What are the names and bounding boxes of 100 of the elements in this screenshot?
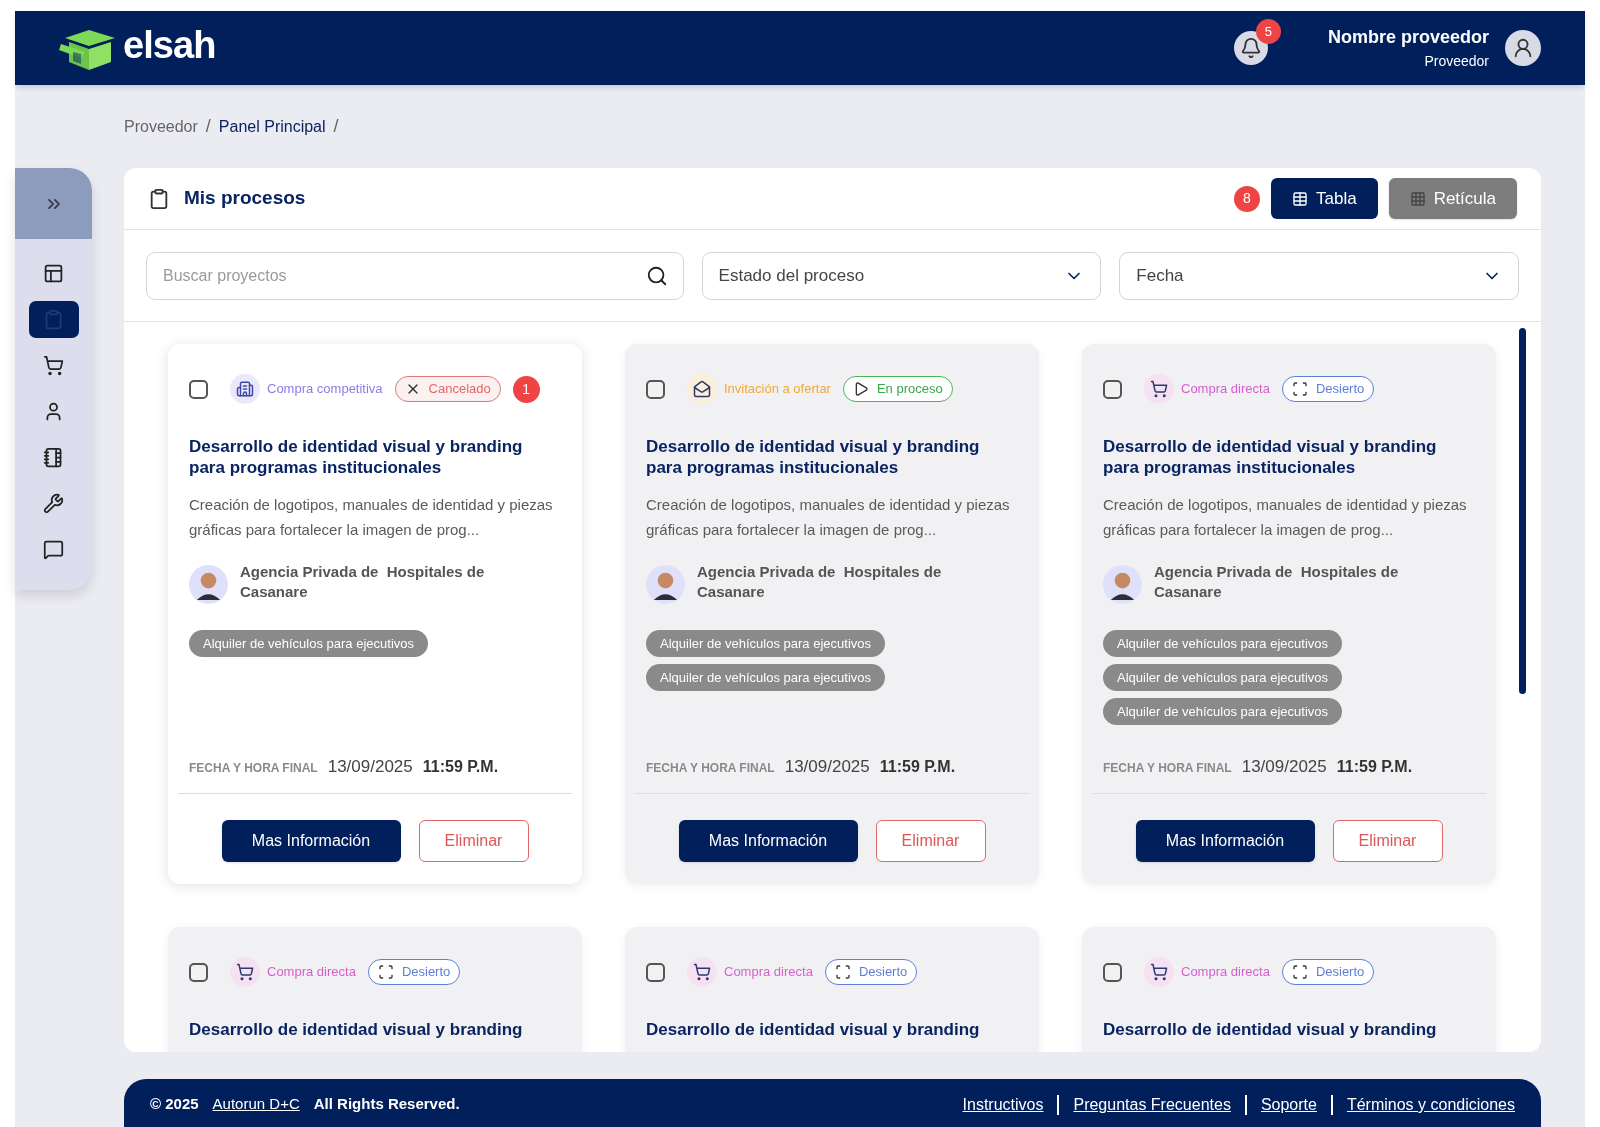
delete-button[interactable]: Eliminar [1332, 820, 1443, 862]
category-label: Invitación a ofertar [724, 380, 831, 399]
breadcrumb-separator: / [205, 115, 211, 138]
status-tag: En proceso [842, 376, 953, 402]
category-label: Compra directa [1181, 380, 1270, 399]
status-tag: Desierto [1281, 376, 1375, 402]
avatar-icon [646, 565, 685, 604]
status-tag: Desierto [824, 959, 918, 985]
avatar-icon [1103, 565, 1142, 604]
end-time: 11:59 P.M. [422, 756, 499, 777]
tag: Alquiler de vehículos para ejecutivos [189, 630, 428, 657]
notebook-icon [43, 447, 64, 468]
breadcrumb-link[interactable]: Panel Principal [218, 114, 326, 139]
search-field[interactable]: Buscar proyectos [146, 251, 684, 300]
category-label: Compra directa [724, 963, 813, 982]
card-description: Creación de logotipos, manuales de identidad y piezas gráficas para fortalecer la imagen de prog... [646, 495, 1011, 540]
scan-icon [377, 964, 394, 980]
checkbox[interactable] [646, 379, 665, 399]
card-title: Desarrollo de identidad visual y branding [1103, 1019, 1438, 1040]
card-description: Creación de logotipos, manuales de identidad y piezas gráficas para fortalecer la imagen de prog... [189, 495, 554, 540]
tag: Alquiler de vehículos para ejecutivos [646, 630, 885, 657]
mail-icon [693, 380, 711, 398]
card-title: Desarrollo de identidad visual y branding para programas institucionales [646, 436, 981, 478]
tag: Alquiler de vehículos para ejecutivos [646, 664, 885, 691]
cart-icon [1150, 963, 1168, 981]
notification-badge: 5 [1255, 19, 1281, 44]
footer-link[interactable]: Soporte [1260, 1093, 1317, 1117]
end-date: 13/09/2025 [327, 755, 413, 778]
more-info-button[interactable]: Mas Información [678, 820, 858, 862]
grid-icon [1409, 190, 1426, 207]
status-tag: Cancelado [394, 376, 501, 402]
bell-icon [1239, 37, 1262, 59]
tag: Alquiler de vehículos para ejecutivos [1103, 698, 1342, 725]
date-label: FECHA Y HORA FINAL [1103, 759, 1232, 777]
date-label: FECHA Y HORA FINAL [189, 759, 318, 777]
scan-icon [834, 964, 851, 980]
table-icon [1292, 190, 1308, 207]
scan-icon [1291, 964, 1308, 980]
view-tab[interactable]: Retícula [1388, 178, 1517, 219]
card-title: Desarrollo de identidad visual y branding para programas institucionales [189, 436, 524, 478]
cart-icon [693, 963, 711, 981]
end-date: 13/09/2025 [784, 755, 870, 778]
cart-icon [236, 963, 254, 981]
card-title: Desarrollo de identidad visual y branding [189, 1019, 524, 1040]
card-title: Desarrollo de identidad visual y branding para programas institucionales [1103, 436, 1438, 478]
category-label: Compra competitiva [267, 380, 383, 399]
building-icon [236, 380, 254, 398]
filter-dropdown[interactable]: Estado del proceso [701, 251, 1102, 300]
company-link[interactable]: Autorun D+C [212, 1093, 300, 1116]
sidebar-item[interactable] [28, 301, 79, 338]
checkbox[interactable] [1103, 962, 1122, 982]
more-info-button[interactable]: Mas Información [221, 820, 401, 862]
user-name: Nombre proveedor [1327, 26, 1489, 49]
end-date: 13/09/2025 [1241, 755, 1327, 778]
view-tab[interactable]: Tabla [1271, 178, 1378, 219]
cart-icon [1150, 380, 1168, 398]
status-tag: Desierto [367, 959, 461, 985]
cart-icon [43, 355, 64, 376]
more-info-button[interactable]: Mas Información [1135, 820, 1315, 862]
footer-link[interactable]: Términos y condiciones [1346, 1093, 1515, 1117]
breadcrumb-link[interactable]: Proveedor [124, 114, 198, 139]
count-badge: 8 [1234, 185, 1260, 212]
category-label: Compra directa [1181, 963, 1270, 982]
rights-text: All Rights Reserved. [313, 1094, 460, 1114]
checkbox[interactable] [646, 962, 665, 982]
scrollbar[interactable] [1519, 328, 1526, 694]
organization-name: Agencia Privada de Hospitales de Casanare [697, 562, 943, 602]
copyright: © 2025 [150, 1094, 199, 1114]
organization-name: Agencia Privada de Hospitales de Casanare [240, 562, 486, 602]
user-role: Proveedor [1424, 52, 1489, 71]
date-label: FECHA Y HORA FINAL [646, 759, 775, 777]
avatar-icon [189, 565, 228, 604]
card-description: Creación de logotipos, manuales de identidad y piezas gráficas para fortalecer la imagen de prog... [1103, 495, 1468, 540]
breadcrumb-separator: / [333, 115, 339, 138]
scan-icon [1291, 381, 1308, 397]
tag: Alquiler de vehículos para ejecutivos [1103, 630, 1342, 657]
clipboard-icon [148, 187, 170, 210]
organization-name: Agencia Privada de Hospitales de Casanare [1154, 562, 1400, 602]
checkbox[interactable] [1103, 379, 1122, 399]
layout-icon [43, 263, 64, 284]
count-badge: 1 [512, 375, 540, 403]
tag: Alquiler de vehículos para ejecutivos [1103, 664, 1342, 691]
delete-button[interactable]: Eliminar [875, 820, 986, 862]
status-tag: Desierto [1281, 959, 1375, 985]
search-icon [645, 264, 668, 287]
end-time: 11:59 P.M. [879, 756, 956, 777]
card-title: Desarrollo de identidad visual y branding [646, 1019, 981, 1040]
checkbox[interactable] [189, 379, 208, 399]
user-avatar-button[interactable] [1505, 30, 1541, 66]
panel-title: Mis procesos [184, 186, 306, 211]
footer-link[interactable]: Preguntas Frecuentes [1073, 1093, 1231, 1117]
footer-link[interactable]: Instructivos [962, 1093, 1044, 1117]
end-time: 11:59 P.M. [1336, 756, 1413, 777]
user-icon [1512, 37, 1534, 59]
checkbox[interactable] [189, 962, 208, 982]
logo-text: elsah [123, 22, 216, 68]
clipboard-icon [43, 309, 64, 330]
help-icon [43, 539, 64, 560]
filter-dropdown[interactable]: Fecha [1119, 251, 1519, 300]
delete-button[interactable]: Eliminar [418, 820, 529, 862]
